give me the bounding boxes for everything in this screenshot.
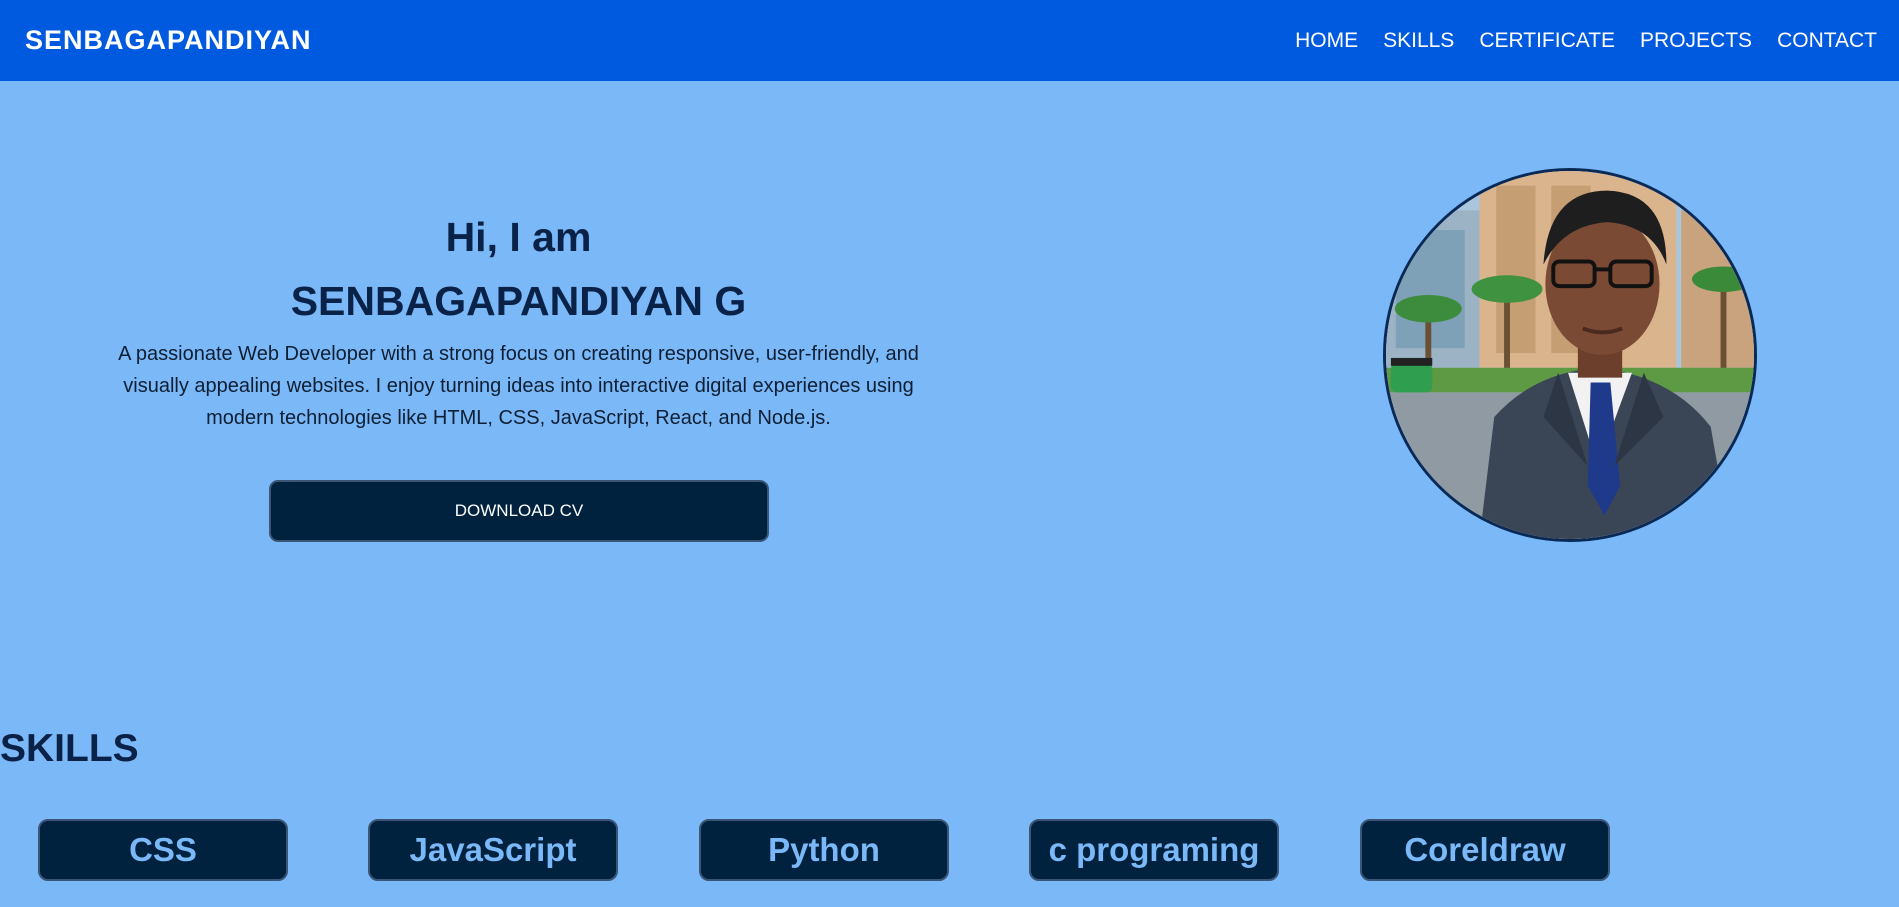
hero-description: A passionate Web Developer with a strong… [118,343,919,429]
nav-links: HOME SKILLS CERTIFICATE PROJECTS CONTACT [1295,29,1877,53]
skill-chip-coreldraw: Coreldraw [1360,819,1610,881]
nav-link-home[interactable]: HOME [1295,29,1358,53]
skill-chip-javascript: JavaScript [368,819,618,881]
hero-name: SENBAGAPANDIYAN G [290,278,747,324]
profile-photo [1383,168,1757,542]
nav-link-certificate[interactable]: CERTIFICATE [1479,29,1615,53]
brand-logo[interactable]: SENBAGAPANDIYAN [25,25,312,56]
hero-section: Hi, I am SENBAGAPANDIYAN G A passionate … [105,210,932,434]
nav-link-contact[interactable]: CONTACT [1777,29,1877,53]
skill-chip-css: CSS [38,819,288,881]
skill-chip-c-programing: c programing [1029,819,1279,881]
nav-link-skills[interactable]: SKILLS [1383,29,1454,53]
skills-heading: SKILLS [0,727,139,770]
nav-link-projects[interactable]: PROJECTS [1640,29,1752,53]
download-cv-button[interactable]: DOWNLOAD CV [269,480,769,542]
navbar: SENBAGAPANDIYAN HOME SKILLS CERTIFICATE … [0,0,1899,81]
hero-greeting: Hi, I am [445,214,592,260]
profile-photo-illustration [1386,171,1754,539]
skill-chip-python: Python [699,819,949,881]
